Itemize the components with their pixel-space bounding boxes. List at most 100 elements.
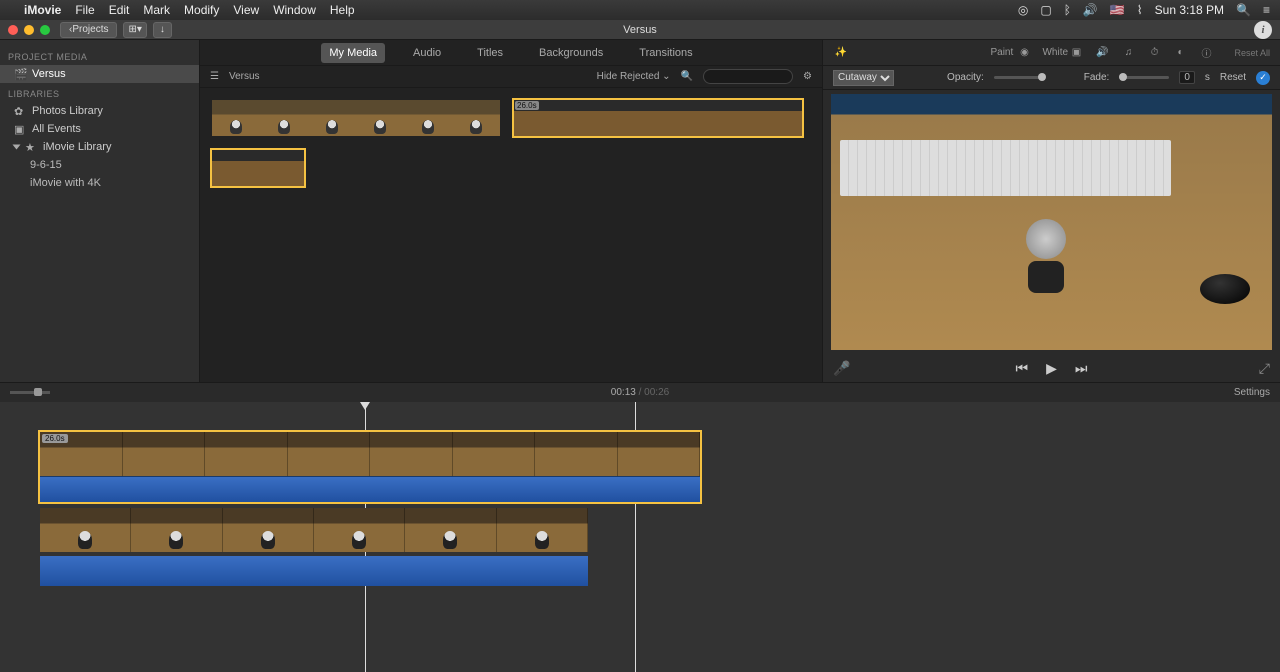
- white-label[interactable]: White: [1042, 47, 1058, 58]
- view-mode-button[interactable]: ⊞▾: [123, 22, 146, 38]
- play-button[interactable]: ▶: [1046, 360, 1057, 377]
- tab-backgrounds[interactable]: Backgrounds: [531, 43, 611, 63]
- sidebar-label: iMovie Library: [43, 141, 111, 153]
- opacity-label: Opacity:: [947, 72, 984, 83]
- sidebar-event-9-6-15[interactable]: 9-6-15: [0, 156, 199, 174]
- inspector-toolbar: ✨ Paint ◉ White ▣ 🔊 ♫ ⏱ ◐ ⓘ Reset All: [823, 40, 1280, 66]
- flag-icon[interactable]: 🇺🇸: [1110, 3, 1125, 17]
- photos-icon: ✿: [14, 105, 26, 117]
- prev-frame-button[interactable]: ⏮: [1016, 360, 1029, 377]
- sidebar: PROJECT MEDIA 🎬 Versus LIBRARIES ✿ Photo…: [0, 40, 200, 382]
- list-view-icon[interactable]: ☰: [210, 71, 219, 82]
- airplay-icon[interactable]: ▢: [1040, 3, 1051, 17]
- menu-view[interactable]: View: [233, 3, 259, 17]
- bluetooth-icon[interactable]: ᛒ: [1064, 3, 1071, 17]
- timeline-overlay-clip[interactable]: 26.0s: [40, 432, 700, 502]
- fullscreen-window-button[interactable]: [40, 25, 50, 35]
- fade-value[interactable]: 0: [1179, 71, 1195, 84]
- sidebar-header-project: PROJECT MEDIA: [0, 46, 199, 65]
- clip-grid: 26.0s: [200, 88, 822, 382]
- apply-check-icon[interactable]: ✓: [1256, 71, 1270, 85]
- fullscreen-icon[interactable]: ⤢: [1259, 360, 1270, 377]
- next-frame-button[interactable]: ⏭: [1075, 360, 1088, 377]
- zoom-slider[interactable]: [10, 391, 50, 394]
- crop-icon[interactable]: ▣: [1068, 47, 1084, 58]
- timeline[interactable]: 26.0s: [0, 402, 1280, 672]
- wand-icon[interactable]: ✨: [833, 47, 849, 58]
- menu-help[interactable]: Help: [330, 3, 355, 17]
- menubar-clock[interactable]: Sun 3:18 PM: [1155, 3, 1224, 17]
- menu-window[interactable]: Window: [273, 3, 316, 17]
- menu-edit[interactable]: Edit: [109, 3, 130, 17]
- reset-overlay-button[interactable]: Reset: [1220, 72, 1246, 83]
- sidebar-item-photos[interactable]: ✿ Photos Library: [0, 102, 199, 120]
- volume-adjust-icon[interactable]: 🔊: [1094, 47, 1110, 58]
- menu-modify[interactable]: Modify: [184, 3, 219, 17]
- disclosure-triangle-icon[interactable]: [13, 145, 21, 150]
- reset-all-button[interactable]: Reset All: [1234, 48, 1270, 58]
- volume-icon[interactable]: 🔊: [1083, 3, 1098, 17]
- mouse-prop: [1200, 274, 1250, 304]
- overlay-type-dropdown[interactable]: Cutaway: [833, 70, 894, 86]
- minimize-window-button[interactable]: [24, 25, 34, 35]
- notifications-icon[interactable]: ≡: [1263, 3, 1270, 17]
- speed-icon[interactable]: ⏱: [1146, 47, 1162, 58]
- voiceover-icon[interactable]: 🎤: [833, 360, 850, 377]
- window-controls: [8, 25, 50, 35]
- info-button[interactable]: i: [1254, 21, 1272, 39]
- browser-filter-bar: ☰ Versus Hide Rejected ⌄ 🔍 ⚙: [200, 66, 822, 88]
- hide-rejected-dropdown[interactable]: Hide Rejected ⌄: [597, 71, 671, 82]
- color-balance-icon[interactable]: ◉: [1016, 47, 1032, 58]
- menu-mark[interactable]: Mark: [143, 3, 170, 17]
- import-button[interactable]: ↓: [153, 22, 172, 38]
- macos-menubar: iMovie File Edit Mark Modify View Window…: [0, 0, 1280, 20]
- back-label: Projects: [72, 24, 108, 35]
- sidebar-item-all-events[interactable]: ▣ All Events: [0, 120, 199, 138]
- do-not-disturb-icon[interactable]: ◎: [1018, 3, 1028, 17]
- transport-controls: 🎤 ⏮ ▶ ⏭ ⤢: [823, 354, 1280, 382]
- preview-viewer[interactable]: [831, 94, 1272, 350]
- sidebar-header-libraries: LIBRARIES: [0, 83, 199, 102]
- clip-filter-icon[interactable]: ◐: [1172, 47, 1188, 58]
- fade-slider[interactable]: [1119, 76, 1169, 79]
- tab-titles[interactable]: Titles: [469, 43, 511, 63]
- noise-reduce-icon[interactable]: ♫: [1120, 47, 1136, 58]
- spotlight-icon[interactable]: 🔍: [1236, 3, 1251, 17]
- tab-transitions[interactable]: Transitions: [631, 43, 700, 63]
- close-window-button[interactable]: [8, 25, 18, 35]
- sidebar-item-imovie-library[interactable]: ★ iMovie Library: [0, 138, 199, 156]
- media-clip[interactable]: [210, 98, 502, 138]
- info-icon[interactable]: ⓘ: [1198, 45, 1214, 60]
- clip-audio-track[interactable]: [40, 476, 700, 502]
- star-icon: ★: [25, 141, 37, 153]
- clapper-icon: 🎬: [14, 68, 26, 80]
- media-clip-selected[interactable]: [210, 148, 306, 188]
- timeline-primary-clip[interactable]: [40, 508, 588, 586]
- sidebar-project-versus[interactable]: 🎬 Versus: [0, 65, 199, 83]
- search-input[interactable]: [703, 69, 793, 84]
- browser-tabs: My Media Audio Titles Backgrounds Transi…: [200, 40, 822, 66]
- paint-label[interactable]: Paint: [990, 47, 1006, 58]
- fade-unit: s: [1205, 72, 1210, 83]
- media-clip-selected[interactable]: 26.0s: [512, 98, 804, 138]
- clip-audio-track[interactable]: [40, 556, 588, 586]
- duration-badge: 26.0s: [515, 101, 539, 110]
- sidebar-project-label: Versus: [32, 68, 66, 80]
- wifi-icon[interactable]: ⌇: [1137, 3, 1143, 17]
- search-icon: 🔍: [681, 71, 693, 82]
- event-name: Versus: [229, 71, 260, 82]
- app-menu[interactable]: iMovie: [24, 3, 61, 17]
- sidebar-event-4k[interactable]: iMovie with 4K: [0, 174, 199, 192]
- clip-duration-badge: 26.0s: [42, 434, 68, 443]
- sidebar-label: All Events: [32, 123, 81, 135]
- opacity-slider[interactable]: [994, 76, 1044, 79]
- menu-file[interactable]: File: [75, 3, 94, 17]
- tab-my-media[interactable]: My Media: [321, 43, 385, 63]
- clip-settings-icon[interactable]: ⚙: [803, 71, 812, 82]
- timeline-settings-button[interactable]: Settings: [1234, 387, 1270, 398]
- back-to-projects-button[interactable]: ‹ Projects: [60, 22, 117, 38]
- events-icon: ▣: [14, 123, 26, 135]
- preview-panel: ✨ Paint ◉ White ▣ 🔊 ♫ ⏱ ◐ ⓘ Reset All Cu…: [822, 40, 1280, 382]
- tab-audio[interactable]: Audio: [405, 43, 449, 63]
- current-time: 00:13: [611, 387, 636, 398]
